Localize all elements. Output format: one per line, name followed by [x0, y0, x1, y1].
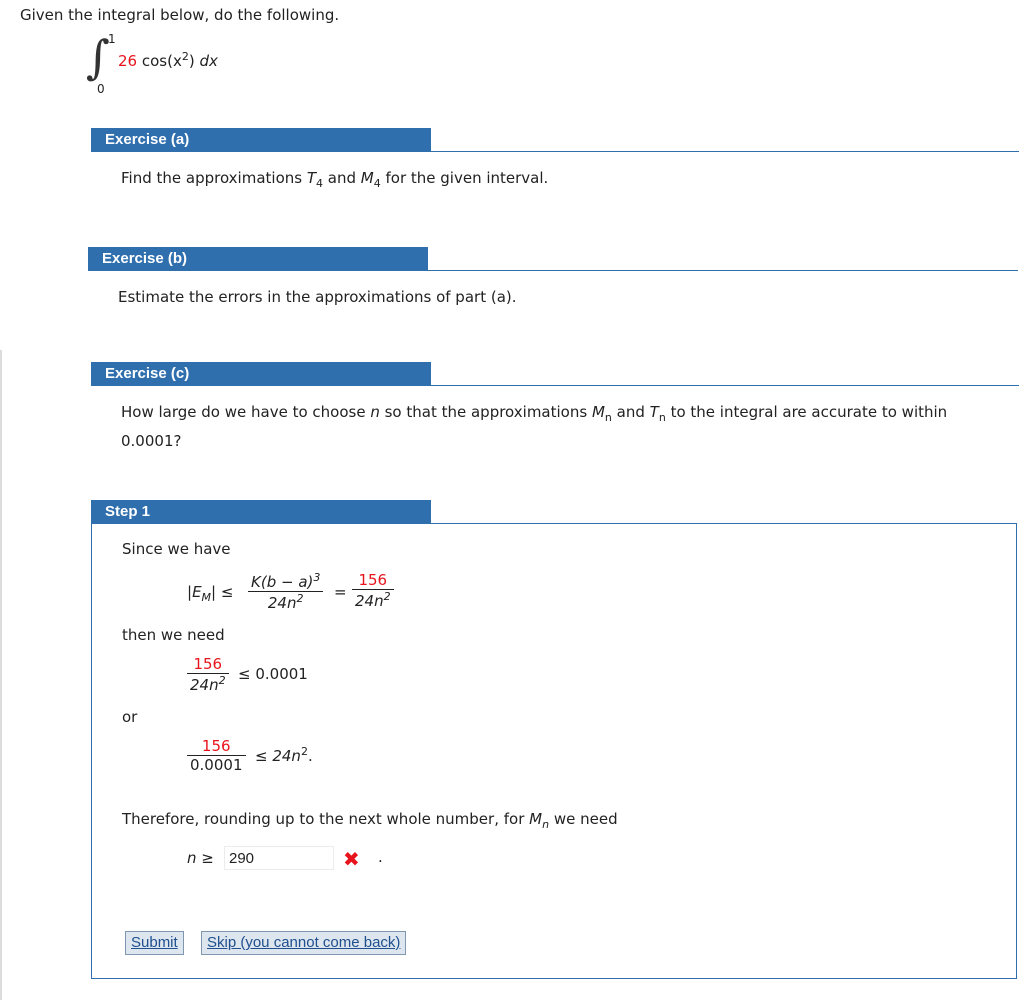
exercise-a-header: Exercise (a)	[91, 128, 431, 152]
exercise-a-text-post: for the given interval.	[380, 169, 549, 187]
em-subscript: M	[201, 591, 212, 604]
exercise-c-and: and	[611, 403, 650, 421]
exercise-c-line1-pre: How large do we have to choose	[121, 403, 371, 421]
fraction-denominator: 24n2	[248, 591, 324, 612]
fraction-denominator: 24n2	[352, 589, 394, 610]
integral-expression: ∫ 1 0 26 cos(x2) dx	[86, 30, 246, 104]
exercise-a-t-sub: 4	[316, 177, 324, 190]
em-symbol: E	[192, 583, 202, 601]
step1-equals: =	[334, 583, 347, 601]
integrand-func-exponent: 2	[181, 50, 189, 63]
exercise-c-n: n	[370, 403, 380, 421]
em-bar-right: |	[211, 583, 217, 601]
step1-then-text: then we need	[122, 626, 225, 644]
step1-rearranged-fraction: 156 0.0001	[187, 737, 246, 774]
integrand-func: cos(x	[141, 52, 182, 70]
exercise-a-m: M	[360, 169, 374, 187]
fraction-numerator: 156	[201, 737, 231, 755]
step1-em-lhs: |EM| ≤	[187, 583, 233, 604]
exercise-c-text-line1: How large do we have to choose n so that…	[121, 403, 947, 424]
exercise-c-header: Exercise (c)	[91, 362, 431, 386]
exercise-c-t-sub: n	[658, 411, 666, 424]
fraction-denominator: 0.0001	[187, 755, 246, 774]
left-margin-rule	[0, 350, 2, 1000]
step1-inequality-fraction: 156 24n2	[187, 655, 229, 694]
exercise-a-m-sub: 4	[373, 177, 381, 190]
step1-inequality-rhs: ≤ 0.0001	[238, 665, 308, 683]
exercise-c-text-line2: 0.0001?	[121, 432, 182, 450]
integrand-dx: dx	[199, 52, 218, 70]
fraction-numerator: 156	[358, 571, 388, 589]
submit-button[interactable]: Submit	[125, 931, 184, 955]
exercise-c-line1-mid: so that the approximations	[379, 403, 592, 421]
integral-sign-icon: ∫	[86, 30, 110, 84]
step1-therefore-text: Therefore, rounding up to the next whole…	[122, 810, 618, 831]
exercise-b-text: Estimate the errors in the approximation…	[118, 288, 517, 306]
answer-period: .	[378, 848, 383, 866]
exercise-b-rule	[428, 270, 1018, 271]
exercise-a-text: Find the approximations T4 and M4 for th…	[121, 169, 548, 190]
integrand-func-close: )	[188, 52, 195, 70]
step1-rearranged-rhs: ≤ 24n2.	[255, 745, 313, 765]
step1-or-text: or	[122, 708, 138, 726]
exercise-c-t: T	[649, 403, 659, 421]
integral-lower-limit: 0	[97, 82, 105, 96]
exercise-a-text-mid: and	[323, 169, 361, 187]
integral-upper-limit: 1	[108, 32, 116, 46]
exercise-c-rule	[431, 385, 1019, 386]
exercise-b-header: Exercise (b)	[88, 247, 428, 271]
exercise-a-rule	[431, 151, 1019, 152]
integrand: 26 cos(x2) dx	[118, 50, 218, 70]
fraction-numerator: 156	[193, 655, 223, 673]
em-leq: ≤	[220, 583, 234, 601]
exercise-c-m: M	[591, 403, 605, 421]
exercise-c-m-sub: n	[604, 411, 612, 424]
incorrect-x-icon: ✖	[343, 847, 360, 871]
exercise-a-t: T	[306, 169, 317, 187]
step1-since-text: Since we have	[122, 540, 231, 558]
exercise-c-line1-post: to the integral are accurate to within	[665, 403, 948, 421]
fraction-numerator: K(b − a)3	[251, 571, 321, 591]
skip-button[interactable]: Skip (you cannot come back)	[201, 931, 407, 955]
integrand-coefficient: 26	[118, 52, 138, 70]
fraction-denominator: 24n2	[187, 673, 229, 694]
answer-n-label: n ≥	[187, 849, 214, 867]
step1-error-bound-fraction: K(b − a)3 24n2	[248, 571, 324, 612]
step1-header: Step 1	[91, 500, 431, 524]
intro-text: Given the integral below, do the followi…	[20, 6, 340, 24]
exercise-a-text-pre: Find the approximations	[121, 169, 307, 187]
step1-156-fraction: 156 24n2	[352, 571, 394, 610]
answer-input[interactable]	[224, 846, 334, 870]
